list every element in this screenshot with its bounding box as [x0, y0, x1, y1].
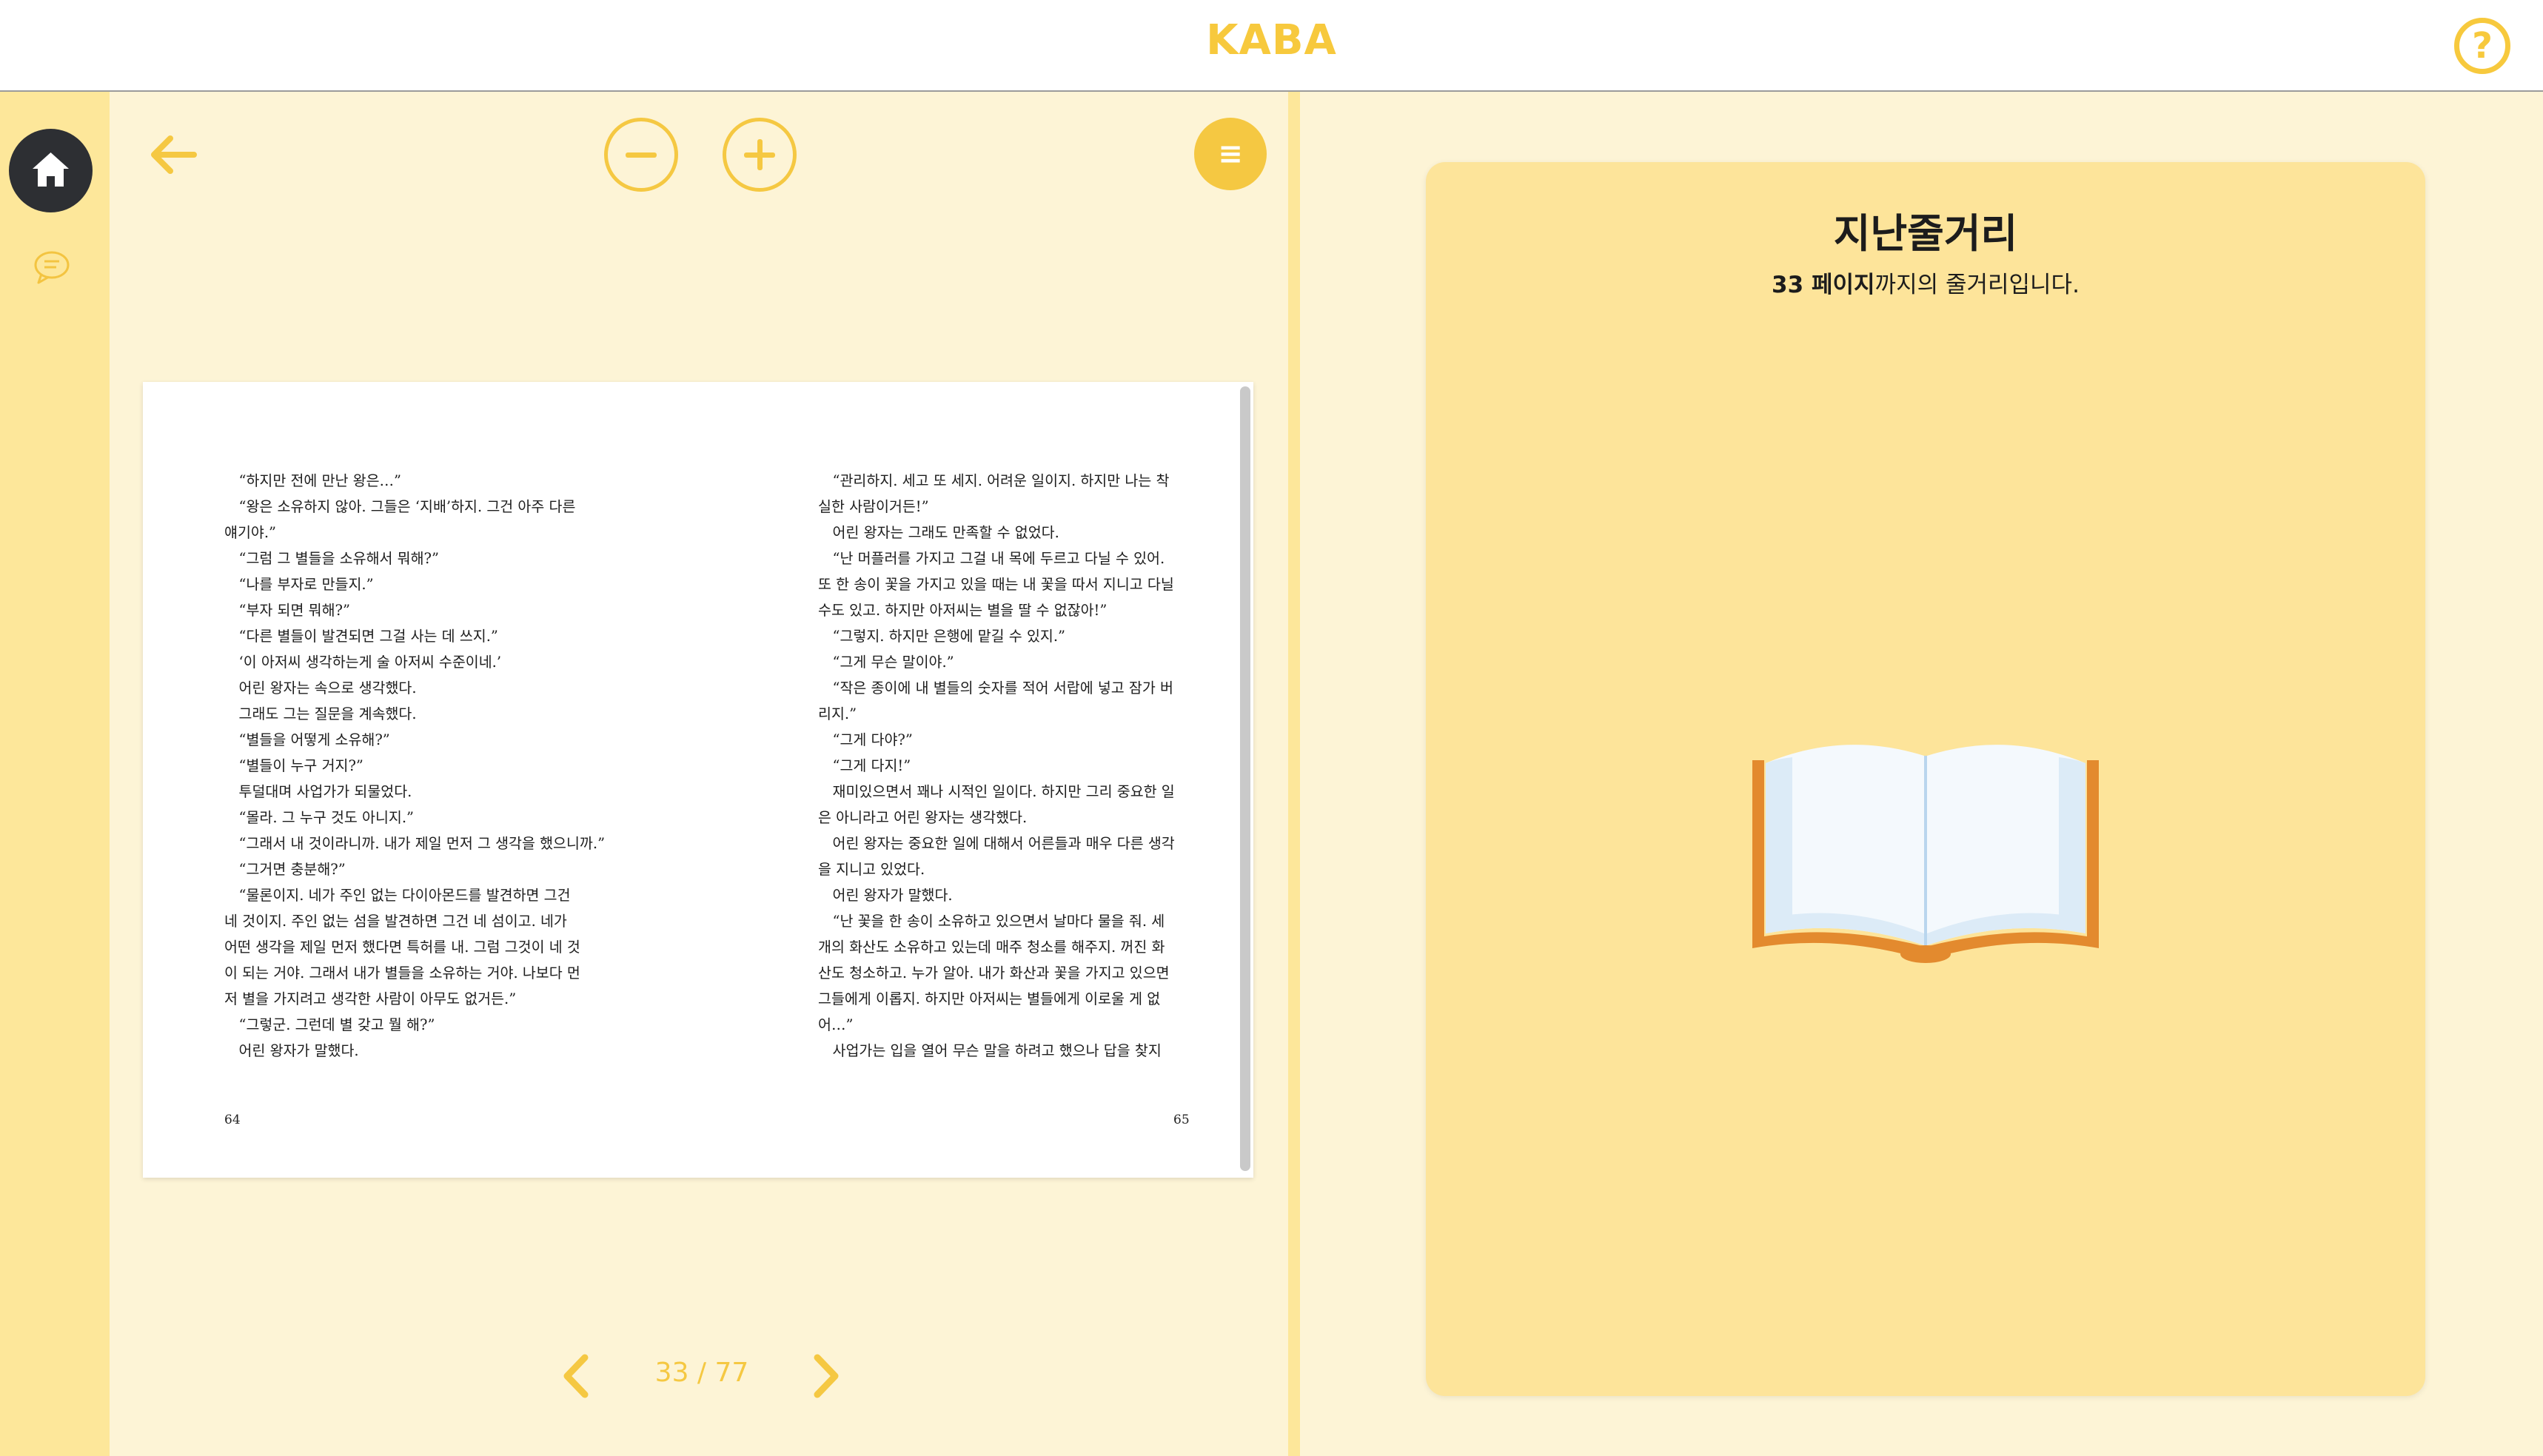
text-line: 리지.” [818, 705, 857, 722]
right-page-number: 65 [1173, 1113, 1190, 1127]
text-line: 어린 왕자가 말했다. [818, 887, 953, 904]
text-line: “나를 부자로 만들지.” [224, 576, 374, 593]
zoom-in-button[interactable] [723, 118, 797, 192]
text-line: 어…” [818, 1016, 854, 1033]
text-line: 산도 청소하고. 누가 알아. 내가 화산과 꽃을 가지고 있으면 [818, 964, 1170, 982]
text-line: 얘기야.” [224, 524, 276, 541]
text-line: “관리하지. 세고 또 세지. 어려운 일이지. 하지만 나는 착 [818, 472, 1170, 489]
text-line: 그래도 그는 질문을 계속했다. [224, 705, 417, 722]
sidebar [0, 92, 110, 1456]
text-line: 을 지니고 있었다. [818, 861, 925, 878]
panel-divider [1288, 92, 1300, 1456]
chevron-left-icon [563, 1354, 589, 1398]
zoom-out-button[interactable] [604, 118, 678, 192]
text-line: “그게 다야?” [818, 731, 913, 748]
text-line: 사업가는 입을 열어 무슨 말을 하려고 했으나 답을 찾지 [818, 1042, 1162, 1059]
home-icon [33, 152, 69, 187]
chat-bubble-icon [34, 251, 70, 284]
back-button[interactable] [145, 125, 204, 184]
summary-page-label: 33 페이지 [1772, 272, 1875, 298]
reader-panel: ≡ “하지만 전에 만난 왕은…” “왕은 소유하지 않아. 그들은 ‘지배’하… [110, 92, 1288, 1456]
help-button[interactable]: ? [2454, 18, 2510, 74]
text-line: 그들에게 이롭지. 하지만 아저씨는 별들에게 이로울 게 없 [818, 990, 1161, 1007]
summary-card: 지난줄거리 33 페이지까지의 줄거리입니다. [1426, 162, 2425, 1396]
text-line: ‘이 아저씨 생각하는게 술 아저씨 수준이네.’ [224, 654, 502, 671]
text-line: 네 것이지. 주인 없는 섬을 발견하면 그건 네 섬이고. 네가 [224, 913, 567, 930]
text-line: “별들을 어떻게 소유해?” [224, 731, 390, 748]
text-line: “왕은 소유하지 않아. 그들은 ‘지배’하지. 그건 아주 다른 [224, 498, 576, 515]
app-logo[interactable]: KABA [0, 16, 2543, 64]
sidebar-item-chat[interactable] [31, 247, 73, 289]
chevron-right-icon [814, 1354, 839, 1398]
page-indicator: 33 / 77 [654, 1358, 749, 1388]
sidebar-item-home[interactable] [9, 129, 93, 212]
summary-title: 지난줄거리 [1833, 210, 2018, 257]
text-line: 어떤 생각을 제일 먼저 했다면 특허를 내. 그럼 그것이 네 것 [224, 939, 580, 956]
text-line: “그게 무슨 말이야.” [818, 654, 954, 671]
menu-button[interactable]: ≡ [1194, 118, 1267, 190]
text-line: “몰라. 그 누구 것도 아니지.” [224, 809, 415, 826]
left-page-number: 64 [224, 1113, 241, 1127]
text-line: “부자 되면 뭐해?” [224, 602, 350, 619]
text-line: “그게 다지!” [818, 757, 911, 774]
text-line: “그렇군. 그런데 별 갖고 뭘 해?” [224, 1016, 435, 1033]
text-line: 수도 있고. 하지만 아저씨는 별을 딸 수 없잖아!” [818, 602, 1108, 619]
prev-page-button[interactable] [554, 1350, 598, 1402]
text-line: “그럼 그 별들을 소유해서 뭐해?” [224, 550, 439, 567]
text-line: “난 머플러를 가지고 그걸 내 목에 두르고 다닐 수 있어. [818, 550, 1165, 567]
summary-subtitle-text: 까지의 줄거리입니다. [1874, 272, 2080, 298]
text-line: 또 한 송이 꽃을 가지고 있을 때는 내 꽃을 따서 지니고 다닐 [818, 576, 1174, 593]
open-book-icon [1752, 745, 2099, 963]
text-line: 어린 왕자가 말했다. [224, 1042, 359, 1059]
text-line: “그거면 충분해?” [224, 861, 346, 878]
text-line: “난 꽃을 한 송이 소유하고 있으면서 날마다 물을 줘. 세 [818, 913, 1165, 930]
text-line: 저 별을 가지려고 생각한 사람이 아무도 없거든.” [224, 990, 517, 1007]
text-line: 어린 왕자는 그래도 만족할 수 없었다. [818, 524, 1059, 541]
text-line: 은 아니라고 어린 왕자는 생각했다. [818, 809, 1028, 826]
text-line: 이 되는 거야. 그래서 내가 별들을 소유하는 거야. 나보다 먼 [224, 964, 580, 982]
text-line: 투덜대며 사업가가 되물었다. [224, 783, 412, 800]
text-line: 개의 화산도 소유하고 있는데 매주 청소를 해주지. 꺼진 화 [818, 939, 1165, 956]
page-navigator: 33 / 77 [110, 1350, 1288, 1402]
arrow-left-icon [151, 135, 197, 174]
text-line: 실한 사람이거든!” [818, 498, 929, 515]
text-line: “물론이지. 네가 주인 없는 다이아몬드를 발견하면 그건 [224, 887, 571, 904]
text-line: 어린 왕자는 중요한 일에 대해서 어른들과 매우 다른 생각 [818, 835, 1175, 852]
text-line: 어린 왕자는 속으로 생각했다. [224, 680, 417, 697]
text-line: “그렇지. 하지만 은행에 맡길 수 있지.” [818, 628, 1066, 645]
text-line: “하지만 전에 만난 왕은…” [224, 472, 402, 489]
summary-subtitle: 33 페이지까지의 줄거리입니다. [1426, 266, 2425, 299]
text-line: “작은 종이에 내 별들의 숫자를 적어 서랍에 넣고 잠가 버 [818, 680, 1173, 697]
text-line: “그래서 내 것이라니까. 내가 제일 먼저 그 생각을 했으니까.” [224, 835, 606, 852]
text-line: 재미있으면서 꽤나 시적인 일이다. 하지만 그리 중요한 일 [818, 783, 1175, 800]
book-page-spread[interactable]: “하지만 전에 만난 왕은…” “왕은 소유하지 않아. 그들은 ‘지배’하지.… [143, 382, 1253, 1178]
text-line: “다른 별들이 발견되면 그걸 사는 데 쓰지.” [224, 628, 498, 645]
right-page-text: “관리하지. 세고 또 세지. 어려운 일이지. 하지만 나는 착실한 사람이거… [818, 468, 1188, 1064]
next-page-button[interactable] [804, 1350, 848, 1402]
left-page-text: “하지만 전에 만난 왕은…” “왕은 소유하지 않아. 그들은 ‘지배’하지.… [224, 468, 606, 1064]
top-bar: KABA ? [0, 0, 2543, 92]
text-line: “별들이 누구 거지?” [224, 757, 363, 774]
page-scrollbar[interactable] [1240, 386, 1250, 1171]
